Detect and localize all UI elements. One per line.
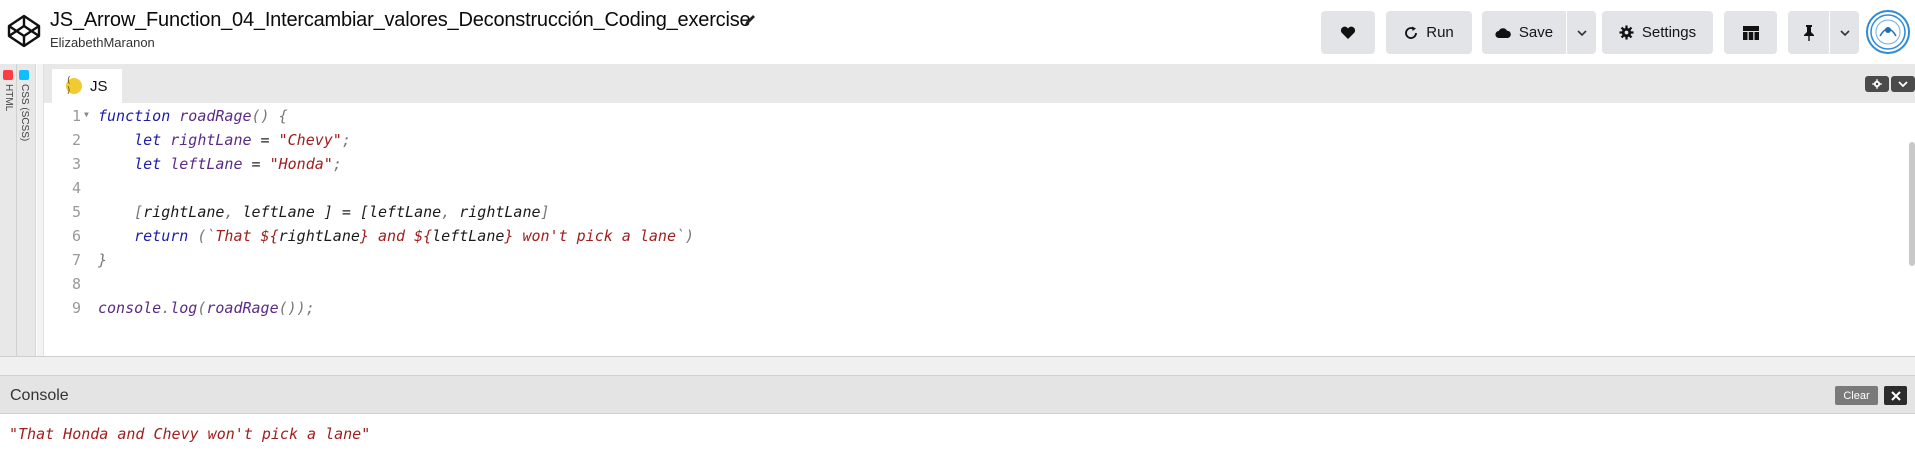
editor-settings-button[interactable] (1865, 76, 1889, 92)
line-number: 2 (71, 131, 81, 149)
run-label: Run (1426, 24, 1454, 41)
line-number: 4 (71, 179, 81, 197)
html-icon (3, 70, 13, 80)
code-line: 5 [rightLane, leftLane ] = [leftLane, ri… (44, 200, 1904, 224)
js-editor-panel: ( ) JS 1 ▼ function roadRage() {2 let r… (44, 64, 1915, 356)
user-avatar[interactable] (1866, 10, 1910, 54)
chevron-down-icon (1898, 81, 1908, 87)
code-line: 1 ▼ function roadRage() { (44, 104, 1904, 128)
avatar-image (1870, 14, 1906, 50)
pencil-icon[interactable] (743, 13, 757, 27)
love-button[interactable] (1321, 11, 1375, 54)
settings-label: Settings (1641, 24, 1697, 41)
line-text: function roadRage() { (98, 107, 288, 125)
divider (16, 64, 17, 356)
pin-options-dropdown[interactable] (1830, 11, 1859, 54)
console-panel: Console Clear "That Honda and Chevy won'… (0, 356, 1915, 453)
console-output-line: "That Honda and Chevy won't pick a lane" (9, 425, 371, 443)
save-label: Save (1518, 24, 1554, 41)
cloud-icon (1495, 27, 1511, 38)
code-line: 9 console.log(roadRage()); (44, 296, 1904, 320)
pin-button[interactable] (1788, 11, 1829, 54)
line-number: 5 (71, 203, 81, 221)
line-text: [rightLane, leftLane ] = [leftLane, righ… (134, 203, 550, 221)
save-options-dropdown[interactable] (1567, 11, 1596, 54)
save-button[interactable]: Save (1482, 11, 1566, 54)
layout-grid-icon (1742, 25, 1759, 40)
code-line: 7 } (44, 248, 1904, 272)
line-number: 6 (71, 227, 81, 245)
html-editor-tab[interactable]: HTML (2, 70, 16, 160)
line-number: 7 (71, 251, 81, 269)
css-tab-label: CSS (SCSS) (19, 84, 30, 142)
chevron-down-icon (1576, 29, 1587, 36)
js-editor-tab[interactable]: ( ) JS (52, 69, 122, 103)
chevron-down-icon (1839, 29, 1850, 36)
code-line: 2 let rightLane = "Chevy"; (44, 128, 1904, 152)
line-text: let rightLane = "Chevy"; (134, 131, 351, 149)
gear-icon (1619, 25, 1634, 40)
pen-title[interactable]: JS_Arrow_Function_04_Intercambiar_valore… (50, 9, 751, 32)
clear-console-button[interactable]: Clear (1835, 386, 1878, 405)
line-number: 1 (71, 107, 81, 125)
fold-arrow-icon[interactable]: ▼ (84, 110, 92, 119)
code-line: 6 return (`That ${rightLane} and ${leftL… (44, 224, 1904, 248)
codepen-logo-icon[interactable] (6, 13, 42, 49)
css-editor-tab[interactable]: CSS (SCSS) (18, 70, 32, 160)
code-line: 4 (44, 176, 1904, 200)
html-tab-label: HTML (3, 84, 14, 112)
editor-tab-bar: ( ) JS (44, 64, 1915, 103)
line-number: 8 (71, 275, 81, 293)
line-text: } (98, 251, 108, 269)
code-editor[interactable]: 1 ▼ function roadRage() { 2 let rightLan… (44, 103, 1915, 356)
code-line: 3 let leftLane = "Honda"; (44, 152, 1904, 176)
console-resize-handle[interactable] (0, 357, 1915, 375)
line-text: console.log(roadRage()); (98, 299, 315, 317)
author-name[interactable]: ElizabethMaranon (50, 35, 155, 50)
run-button[interactable]: Run (1386, 11, 1472, 54)
close-console-button[interactable] (1884, 386, 1907, 405)
js-tab-label: JS (90, 77, 108, 95)
line-number: 3 (71, 155, 81, 173)
top-header: JS_Arrow_Function_04_Intercambiar_valore… (0, 0, 1915, 64)
pin-icon (1803, 24, 1814, 41)
editor-resize-handle[interactable] (37, 64, 44, 356)
editor-scrollbar[interactable] (1909, 142, 1915, 266)
settings-button[interactable]: Settings (1602, 11, 1713, 54)
js-icon: ( ) (66, 76, 82, 96)
code-line: 8 (44, 272, 1904, 296)
css-icon (19, 70, 29, 80)
change-view-button[interactable] (1724, 11, 1777, 54)
line-text: return (`That ${rightLane} and ${leftLan… (134, 227, 695, 245)
editor-collapse-button[interactable] (1891, 76, 1915, 92)
line-text: let leftLane = "Honda"; (134, 155, 342, 173)
console-title: Console (10, 387, 69, 404)
refresh-icon (1405, 26, 1418, 39)
console-header: Console Clear (0, 375, 1915, 414)
heart-icon (1340, 26, 1356, 39)
close-icon (1890, 390, 1901, 401)
gear-icon (1872, 79, 1882, 89)
line-number: 9 (71, 299, 81, 317)
collapsed-editors-bar: HTML CSS (SCSS) (0, 64, 36, 356)
